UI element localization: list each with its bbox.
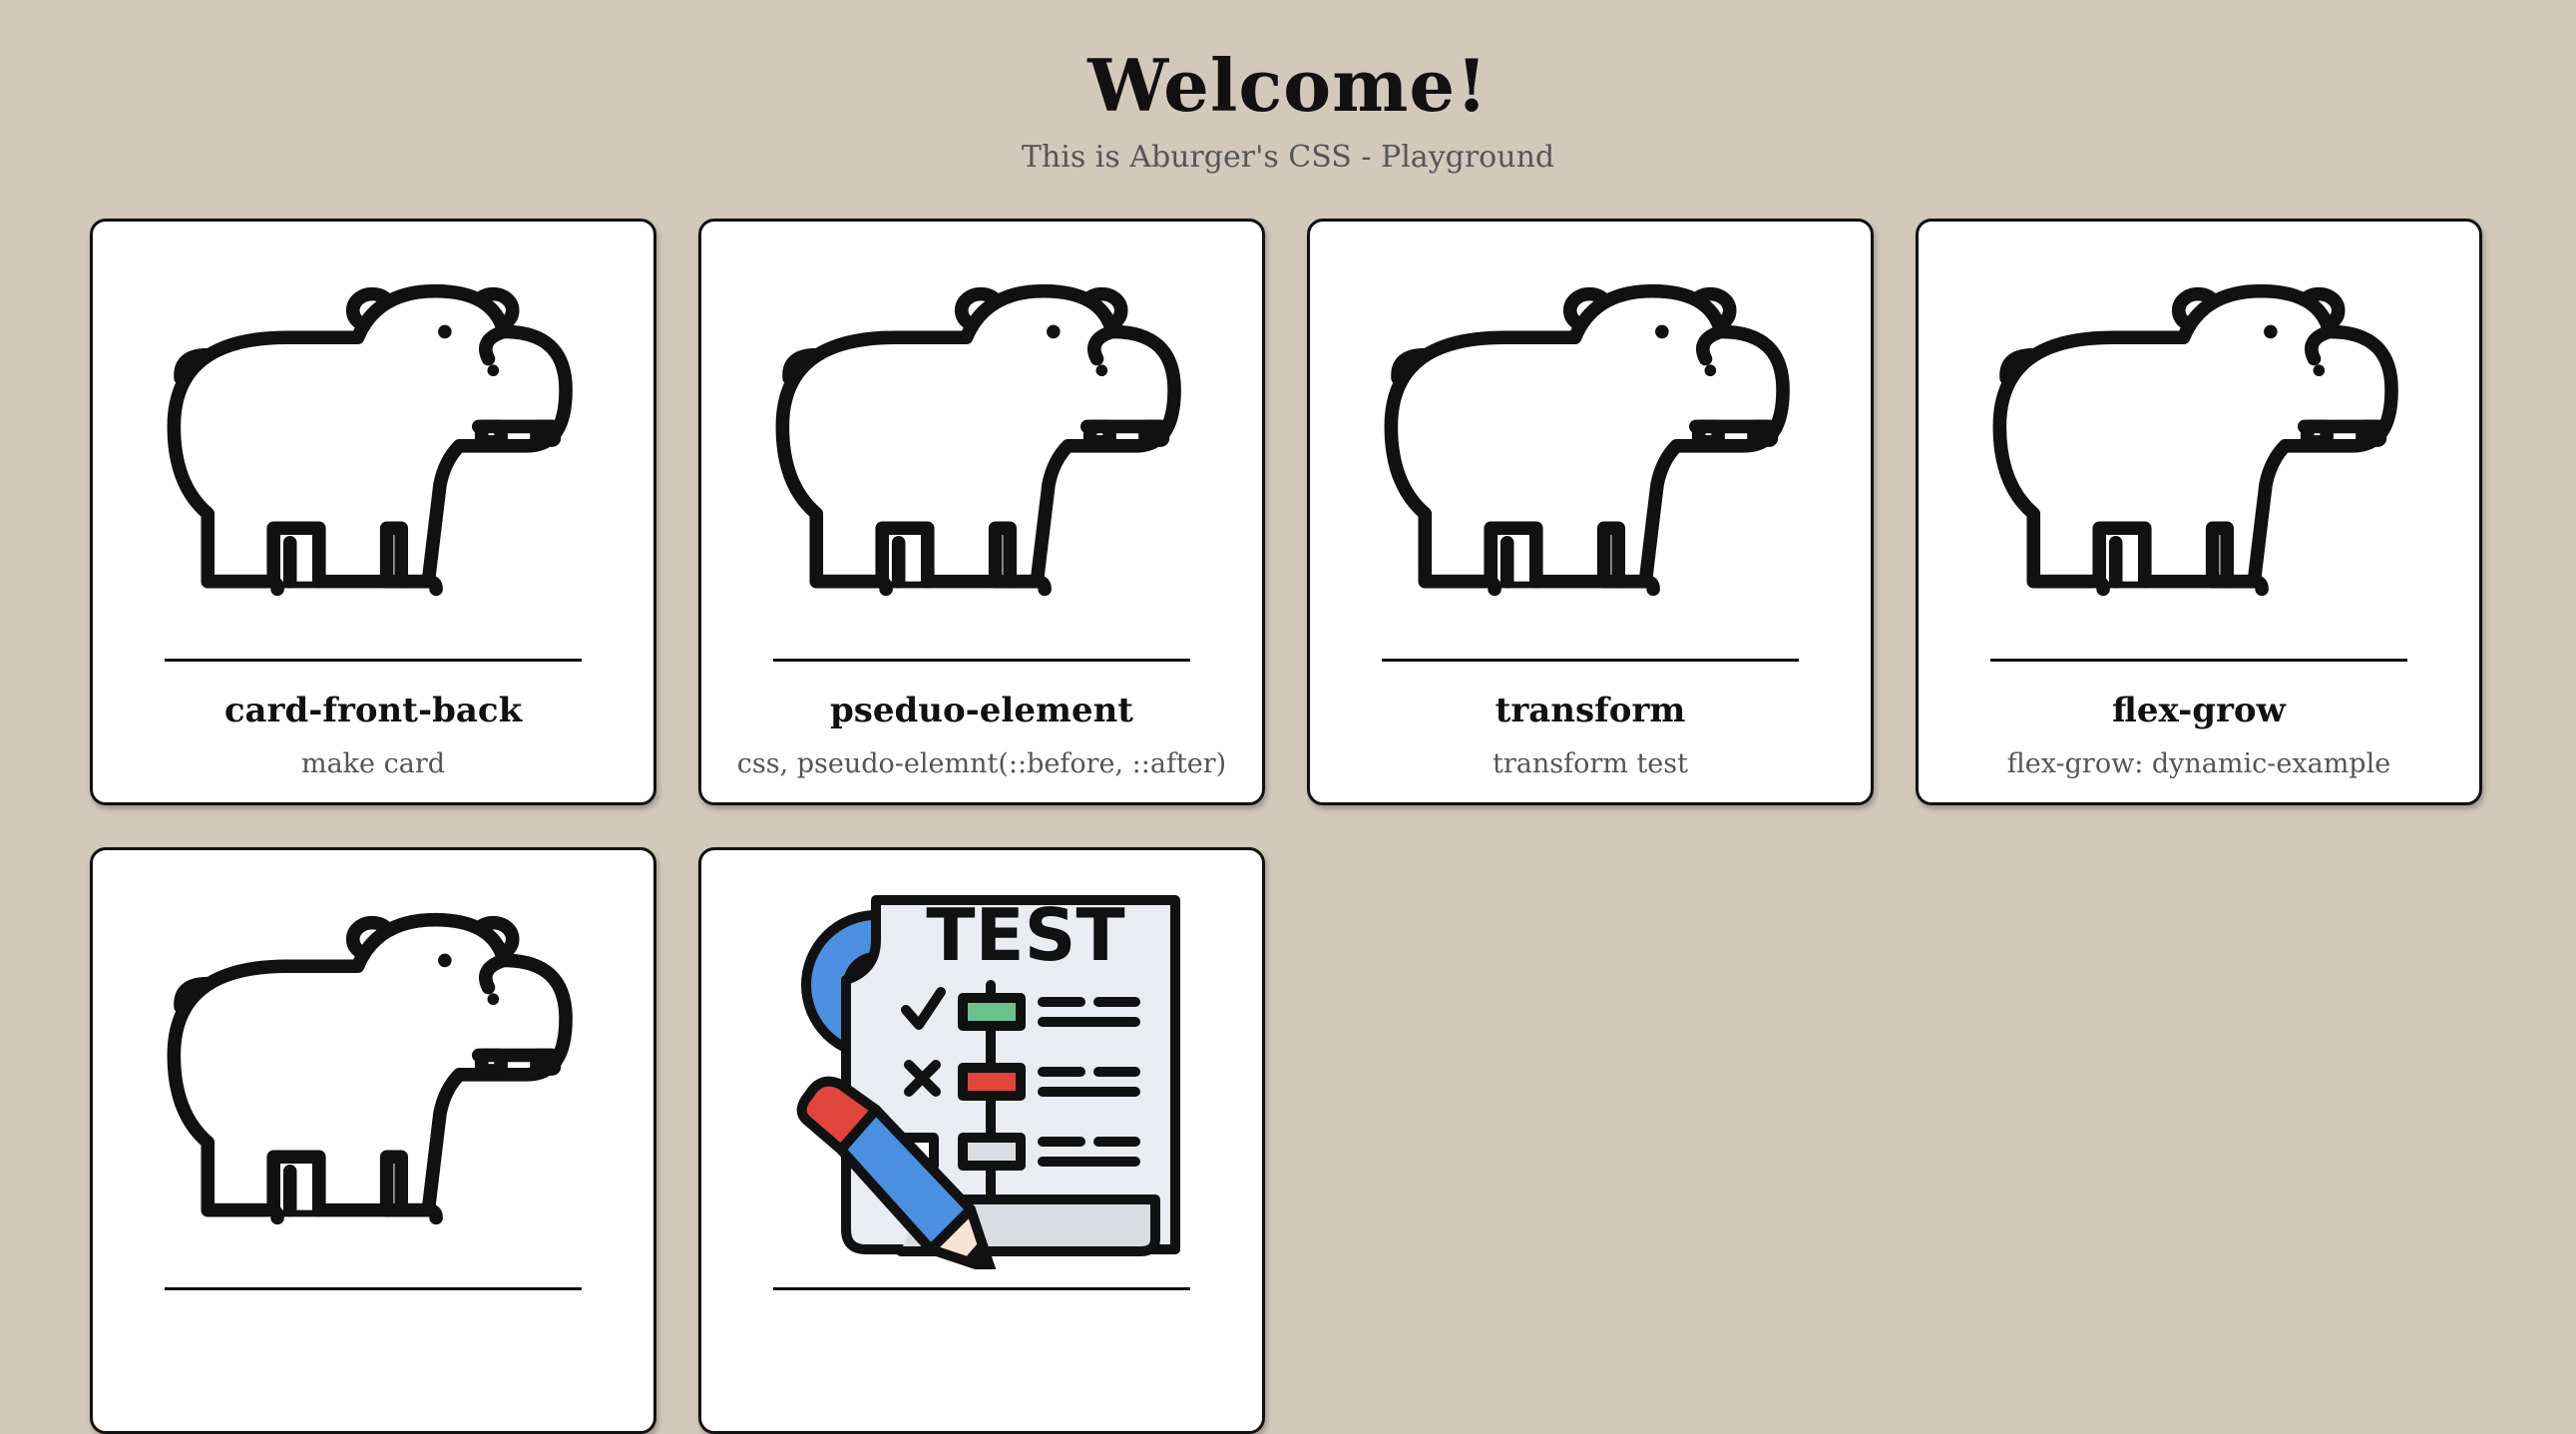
hippo-icon <box>1380 281 1807 601</box>
card-divider <box>1382 659 1799 662</box>
card-title: pseduo-element <box>829 691 1134 730</box>
card-description: flex-grow: dynamic-example <box>2006 748 2391 779</box>
hippo-icon <box>1988 281 2415 601</box>
page-subtitle: This is Aburger's CSS - Playground <box>1021 140 1555 175</box>
card-card-front-back[interactable]: card-front-back make card <box>90 219 656 805</box>
card-transform[interactable]: transform transform test <box>1307 219 1874 805</box>
card-divider <box>165 1287 582 1290</box>
card-title: card-front-back <box>223 691 523 730</box>
page-title: Welcome! <box>1087 43 1489 128</box>
card-title: flex-grow <box>2112 691 2286 730</box>
hippo-icon <box>163 910 590 1229</box>
card-divider <box>165 659 582 662</box>
card-divider <box>773 659 1190 662</box>
test-label: TEST <box>926 893 1124 977</box>
page-header: Welcome! This is Aburger's CSS - Playgro… <box>0 0 2576 176</box>
card-description: make card <box>300 748 446 779</box>
test-document-icon: TEST <box>796 893 1180 1269</box>
card-5[interactable] <box>90 847 656 1434</box>
card-pseduo-element[interactable]: pseduo-element css, pseudo-elemnt(::befo… <box>698 219 1265 805</box>
card-test[interactable]: TEST <box>698 847 1265 1434</box>
card-flex-grow[interactable]: flex-grow flex-grow: dynamic-example <box>1916 219 2482 805</box>
card-description: transform test <box>1493 748 1688 779</box>
card-divider <box>1990 659 2407 662</box>
card-description: css, pseudo-elemnt(::before, ::after) <box>736 748 1227 779</box>
card-title: transform <box>1495 691 1686 730</box>
card-grid: card-front-back make card pseduo-element… <box>90 219 2482 1434</box>
hippo-icon <box>163 281 590 601</box>
card-divider <box>773 1287 1190 1290</box>
hippo-icon <box>771 281 1198 601</box>
